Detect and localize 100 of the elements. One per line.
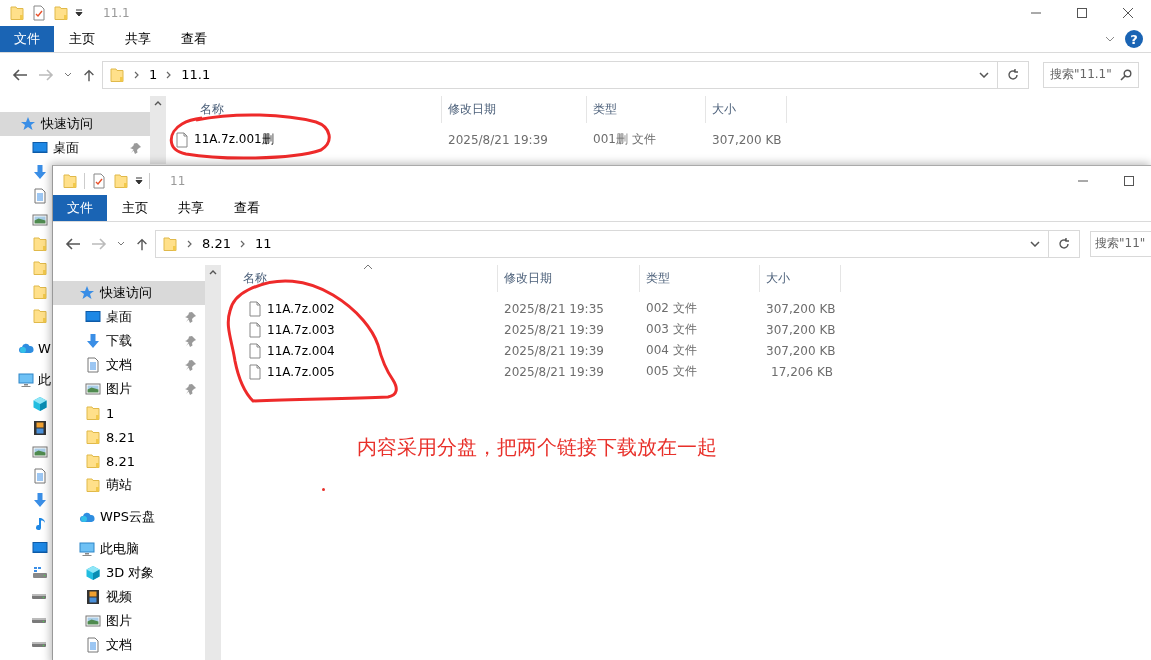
ribbon-tab[interactable]: 查看 (219, 195, 275, 221)
search-field[interactable]: 搜索"11" (1090, 230, 1151, 257)
sidebar-item[interactable]: 8.21 (53, 425, 205, 449)
scroll-up-icon[interactable] (209, 269, 217, 275)
up-icon[interactable] (82, 67, 96, 82)
minimize-icon[interactable] (1078, 179, 1088, 182)
expand-ribbon-icon[interactable] (1105, 36, 1115, 42)
sidebar-item[interactable]: WPS云盘 (53, 505, 205, 529)
address-bar[interactable]: 8.21 11 (155, 229, 1049, 258)
close-icon[interactable] (1123, 8, 1133, 18)
document-icon (85, 357, 101, 373)
column-header[interactable]: 修改日期 (504, 270, 552, 287)
file-name[interactable]: 11A.7z.002 (221, 300, 498, 317)
sidebar-item[interactable]: 此 (0, 368, 51, 392)
recent-locations-icon[interactable] (117, 240, 125, 247)
table-cell-text: 2025/8/21 19:35 (503, 301, 605, 316)
recent-locations-icon[interactable] (64, 71, 72, 78)
sidebar-item[interactable]: 视频 (53, 585, 205, 609)
sidebar-item[interactable]: 图片 (53, 377, 205, 401)
dropdown-icon[interactable] (979, 71, 989, 78)
breadcrumb[interactable]: 11 (254, 236, 272, 251)
refresh-icon[interactable] (1006, 67, 1020, 82)
file-name[interactable]: 11A.7z.005 (221, 363, 498, 380)
ribbon-tab[interactable]: 文件 (53, 195, 107, 221)
sidebar-item[interactable]: 快速访问 (53, 281, 205, 305)
back-icon[interactable] (65, 236, 81, 251)
chevron-icon (134, 70, 140, 79)
sidebar-item[interactable]: 1 (53, 401, 205, 425)
ribbon-tab[interactable]: 文件 (0, 26, 54, 52)
search-field[interactable]: 搜索"11.1" (1043, 61, 1139, 88)
maximize-icon[interactable] (1124, 175, 1134, 186)
pin-icon[interactable] (185, 383, 197, 395)
ribbon-tab[interactable]: 主页 (54, 26, 110, 52)
sidebar-item[interactable]: 3D 对象 (53, 561, 205, 585)
file-name[interactable]: 11A.7z.001删 (166, 131, 442, 148)
sidebar-item[interactable]: 桌面 (0, 136, 150, 160)
scroll-up-icon[interactable] (154, 100, 162, 106)
ribbon-tab[interactable]: 查看 (166, 26, 222, 52)
network-drive-icon (32, 564, 48, 580)
table-cell-text: 2025/8/21 19:39 (503, 364, 605, 379)
back-icon[interactable] (12, 67, 28, 82)
chevron-icon (239, 239, 246, 248)
monitor-icon (32, 540, 48, 556)
sidebar-item[interactable]: 桌面 (53, 305, 205, 329)
pin-icon[interactable] (185, 311, 197, 323)
image-icon (32, 212, 48, 228)
scrollbar[interactable] (205, 265, 221, 660)
download-icon (85, 333, 101, 349)
column-header[interactable]: 类型 (646, 270, 670, 287)
file-name[interactable]: 11A.7z.003 (221, 321, 498, 338)
sidebar-item[interactable]: 快速访问 (0, 112, 150, 136)
column-header[interactable]: 大小 (712, 101, 736, 118)
up-icon[interactable] (135, 236, 149, 251)
refresh-button[interactable] (998, 60, 1029, 89)
file-icon (247, 321, 263, 338)
file-icon (247, 300, 263, 317)
help-button[interactable]: ? (1125, 30, 1143, 48)
cube-icon (85, 565, 101, 581)
dropdown-icon[interactable] (75, 9, 83, 17)
file-icon (247, 342, 263, 359)
table-cell-text: 005 文件 (645, 363, 698, 380)
properties-icon[interactable] (91, 172, 107, 189)
sidebar-item[interactable]: 文档 (53, 633, 205, 657)
refresh-button[interactable] (1049, 229, 1080, 258)
pin-icon[interactable] (130, 142, 142, 154)
sidebar-item[interactable]: W (0, 336, 51, 360)
properties-icon[interactable] (31, 5, 47, 21)
maximize-icon[interactable] (1077, 8, 1087, 18)
sidebar-item[interactable]: 8.21 (53, 449, 205, 473)
sidebar-item[interactable]: 此电脑 (53, 537, 205, 561)
ribbon-tab[interactable]: 共享 (110, 26, 166, 52)
column-header[interactable]: 名称 (243, 270, 267, 287)
breadcrumb[interactable]: 11.1 (181, 67, 211, 82)
pin-icon[interactable] (185, 359, 197, 371)
breadcrumb[interactable]: 8.21 (202, 236, 231, 251)
address-bar[interactable]: 1 11.1 (102, 60, 998, 89)
sidebar-item[interactable]: 萌站 (53, 473, 205, 497)
file-name[interactable]: 11A.7z.004 (221, 342, 498, 359)
ribbon-tab[interactable]: 主页 (107, 195, 163, 221)
sidebar-item[interactable]: 文档 (53, 353, 205, 377)
drive-icon (32, 641, 46, 647)
column-header[interactable]: 名称 (200, 101, 224, 118)
chevron-icon (166, 70, 173, 79)
dropdown-icon[interactable] (1030, 240, 1040, 247)
table-cell-text: 307,200 KB (765, 301, 837, 316)
film-icon (85, 589, 101, 605)
ribbon-tab[interactable]: 共享 (163, 195, 219, 221)
image-icon (85, 613, 101, 629)
dropdown-icon[interactable] (135, 176, 143, 185)
column-header[interactable]: 修改日期 (448, 101, 496, 118)
scrollbar[interactable] (150, 96, 166, 164)
breadcrumb[interactable]: 1 (149, 67, 158, 82)
pin-icon[interactable] (185, 335, 197, 347)
column-header[interactable]: 大小 (766, 270, 790, 287)
sidebar-item[interactable]: 图片 (53, 609, 205, 633)
download-icon (32, 492, 48, 508)
sidebar-item[interactable]: 下载 (53, 329, 205, 353)
refresh-icon[interactable] (1057, 236, 1071, 251)
column-header[interactable]: 类型 (593, 101, 617, 118)
table-cell-text: 307,200 KB (765, 343, 837, 358)
